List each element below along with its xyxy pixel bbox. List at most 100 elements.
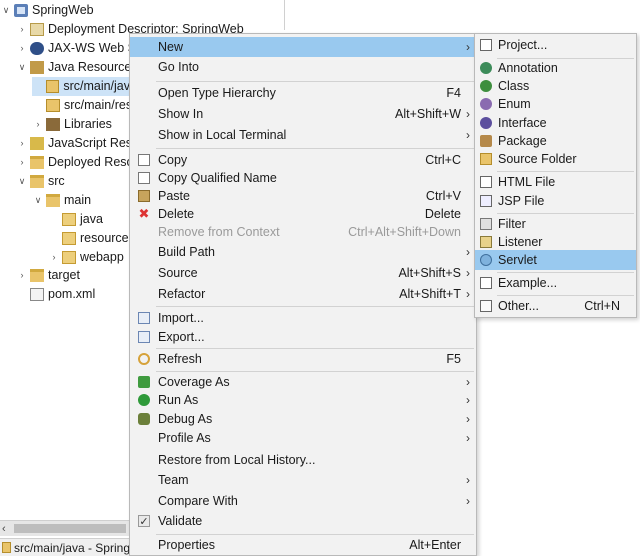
menu-item-label: Team [158, 473, 189, 487]
tree-item-jax-ws[interactable]: › JAX-WS Web Se [16, 39, 143, 58]
menu-item-debug-as[interactable]: Debug As › [130, 409, 476, 429]
tree-item-javascript-resources[interactable]: › JavaScript Reso [16, 134, 139, 153]
deployment-descriptor-icon [30, 23, 44, 36]
submenu-arrow-icon: › [466, 266, 470, 280]
collapse-arrow-icon[interactable]: ∨ [0, 1, 12, 20]
folder-icon [62, 213, 76, 226]
submenu-item-source-folder[interactable]: Source Folder [475, 149, 636, 169]
menu-item-build-path[interactable]: Build Path › [130, 242, 476, 262]
menu-item-team[interactable]: Team › [130, 470, 476, 490]
menu-item-label: Build Path [158, 245, 215, 259]
collapse-arrow-icon[interactable]: ∨ [32, 191, 44, 210]
listener-icon [480, 236, 492, 248]
collapse-arrow-icon[interactable]: ∨ [16, 172, 28, 191]
scrollbar-thumb[interactable] [14, 524, 126, 533]
tree-item-main[interactable]: ∨ main [32, 191, 91, 210]
expand-arrow-icon[interactable]: › [16, 134, 28, 153]
menu-item-label: Refactor [158, 287, 206, 301]
tree-item-target[interactable]: › target [16, 266, 80, 285]
tree-item-java-resources[interactable]: ∨ Java Resources [16, 58, 138, 77]
tree-item-libraries[interactable]: › Libraries [32, 115, 112, 134]
menu-shortcut: Alt+Shift+W [395, 107, 461, 121]
submenu-item-class[interactable]: Class [475, 76, 636, 96]
menu-item-label: Delete [158, 207, 195, 221]
menu-item-coverage-as[interactable]: Coverage As › [130, 372, 476, 392]
menu-item-label: Annotation [498, 61, 558, 75]
menu-item-export[interactable]: Export... [130, 327, 476, 347]
menu-item-open-type-hierarchy[interactable]: Open Type Hierarchy F4 [130, 83, 476, 103]
submenu-item-listener[interactable]: Listener [475, 232, 636, 252]
menu-item-show-in-local-terminal[interactable]: Show in Local Terminal › [130, 125, 476, 145]
menu-item-properties[interactable]: Properties Alt+Enter [130, 535, 476, 555]
menu-shortcut: F5 [446, 352, 461, 366]
menu-item-copy[interactable]: Copy Ctrl+C [130, 150, 476, 170]
menu-item-label: Copy [158, 153, 188, 167]
expand-arrow-icon[interactable]: › [16, 20, 28, 39]
expand-arrow-icon[interactable]: › [16, 153, 28, 172]
menu-item-validate[interactable]: ✓ Validate [130, 511, 476, 531]
tree-item-resources[interactable]: resources [48, 229, 135, 248]
submenu-item-enum[interactable]: Enum [475, 94, 636, 114]
menu-item-remove-from-context[interactable]: Remove from Context Ctrl+Alt+Shift+Down [130, 222, 476, 242]
submenu-item-example[interactable]: Example... [475, 273, 636, 293]
menu-item-paste[interactable]: Paste Ctrl+V [130, 186, 476, 206]
menu-item-show-in[interactable]: Show In Alt+Shift+W › [130, 104, 476, 124]
submenu-item-jsp-file[interactable]: JSP File [475, 191, 636, 211]
submenu-item-package[interactable]: Package [475, 131, 636, 151]
expand-arrow-icon[interactable]: › [32, 115, 44, 134]
expand-arrow-icon[interactable]: › [16, 39, 28, 58]
source-folder-icon [2, 542, 11, 553]
tree-item-java[interactable]: java [48, 210, 103, 229]
copy-qualified-name-icon [138, 172, 150, 184]
menu-item-copy-qualified-name[interactable]: Copy Qualified Name [130, 168, 476, 188]
menu-item-compare-with[interactable]: Compare With › [130, 491, 476, 511]
submenu-item-html-file[interactable]: HTML File [475, 172, 636, 192]
menu-item-refresh[interactable]: Refresh F5 [130, 349, 476, 369]
submenu-item-filter[interactable]: Filter [475, 214, 636, 234]
submenu-item-project[interactable]: Project... [475, 35, 636, 55]
tree-item-label: Deployed Reso [48, 155, 134, 169]
tree-item-src[interactable]: ∨ src [16, 172, 65, 191]
submenu-item-servlet[interactable]: Servlet [475, 250, 636, 270]
submenu-arrow-icon: › [466, 393, 470, 407]
tree-item-src-main-resources[interactable]: src/main/res [32, 96, 132, 115]
submenu-arrow-icon: › [466, 107, 470, 121]
tree-item-pom-xml[interactable]: pom.xml [16, 285, 95, 304]
web-services-icon [30, 42, 44, 55]
expand-arrow-icon[interactable]: › [48, 248, 60, 267]
menu-item-run-as[interactable]: Run As › [130, 390, 476, 410]
tree-item-deployed-resources[interactable]: › Deployed Reso [16, 153, 133, 172]
menu-item-source[interactable]: Source Alt+Shift+S › [130, 263, 476, 283]
menu-item-label: Other... [498, 299, 539, 313]
menu-item-new[interactable]: New › [130, 37, 476, 57]
scroll-left-icon[interactable]: ‹ [2, 521, 6, 537]
tree-item-webapp[interactable]: › webapp [48, 248, 124, 267]
xml-file-icon [30, 288, 44, 301]
submenu-arrow-icon: › [466, 412, 470, 426]
horizontal-scrollbar[interactable]: ‹ [0, 520, 130, 536]
tree-item-label: src [48, 174, 65, 188]
submenu-item-other[interactable]: Other... Ctrl+N [475, 296, 636, 316]
javascript-resources-icon [30, 137, 44, 150]
menu-item-label: Package [498, 134, 547, 148]
menu-item-label: Profile As [158, 431, 211, 445]
interface-icon [480, 117, 492, 129]
menu-item-refactor[interactable]: Refactor Alt+Shift+T › [130, 284, 476, 304]
submenu-item-annotation[interactable]: Annotation [475, 58, 636, 78]
menu-item-go-into[interactable]: Go Into [130, 57, 476, 77]
refresh-icon [138, 353, 150, 365]
menu-item-import[interactable]: Import... [130, 308, 476, 328]
checkmark-icon: ✓ [138, 515, 150, 528]
menu-item-profile-as[interactable]: Profile As › [130, 428, 476, 448]
tree-item-springweb[interactable]: ∨ SpringWeb [0, 1, 94, 20]
tree-item-src-main-java[interactable]: src/main/jav [32, 77, 130, 96]
menu-item-label: Export... [158, 330, 205, 344]
jsp-file-icon [480, 195, 492, 207]
menu-shortcut: Ctrl+N [584, 299, 620, 313]
submenu-item-interface[interactable]: Interface [475, 113, 636, 133]
explorer-divider [284, 0, 285, 30]
menu-item-delete[interactable]: ✖ Delete Delete [130, 204, 476, 224]
collapse-arrow-icon[interactable]: ∨ [16, 58, 28, 77]
menu-item-restore-from-local-history[interactable]: Restore from Local History... [130, 450, 476, 470]
expand-arrow-icon[interactable]: › [16, 266, 28, 285]
